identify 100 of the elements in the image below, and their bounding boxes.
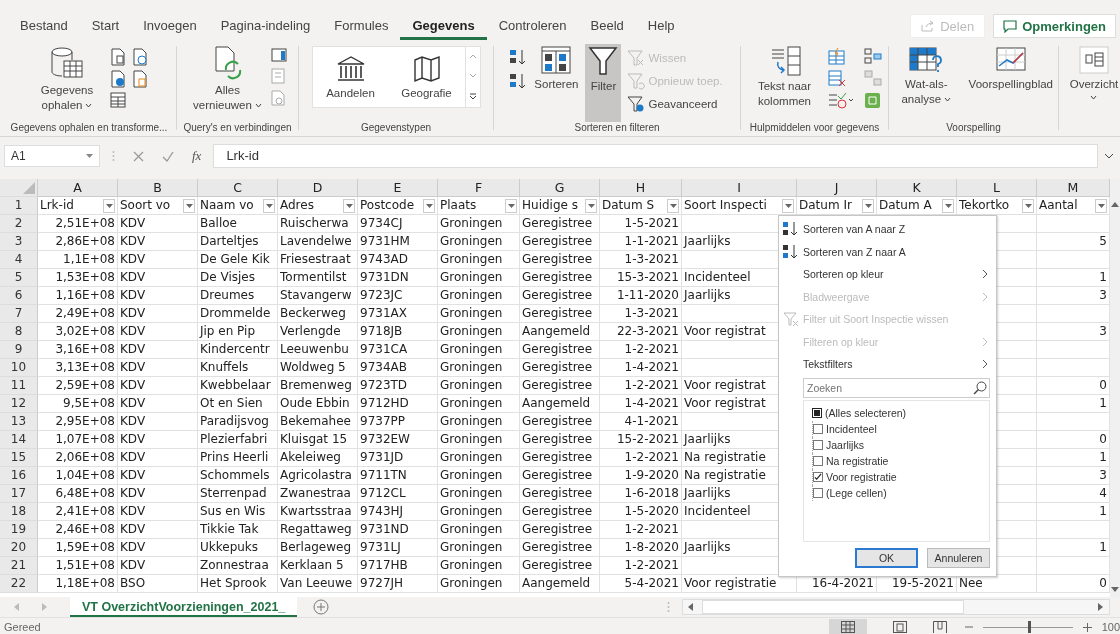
stocks-button[interactable]: Aandelen (312, 47, 389, 107)
hierarchy-icon[interactable] (863, 48, 882, 64)
text-to-columns-button[interactable]: Tekst naar kolommen (745, 44, 824, 122)
panel-icon[interactable] (270, 48, 287, 62)
row-number[interactable]: 3 (0, 233, 38, 251)
column-header[interactable]: E (358, 179, 438, 197)
name-box[interactable]: A1 (4, 145, 100, 167)
column-header[interactable]: J (797, 179, 877, 197)
filter-dropdown-button[interactable] (103, 198, 115, 213)
row-number[interactable]: 7 (0, 305, 38, 323)
sheet-tab[interactable]: VT OverzichtVoorzieningen_2021_ (70, 597, 298, 617)
zoom-level[interactable]: 100 (1101, 621, 1120, 633)
checkbox-label[interactable]: (Alles selecteren) (825, 406, 907, 419)
filter-dropdown-button[interactable] (585, 198, 597, 213)
checkbox[interactable] (813, 471, 823, 482)
formula-field[interactable]: Lrk-id (213, 144, 1098, 168)
row-number[interactable]: 15 (0, 449, 38, 467)
row-number[interactable]: 14 (0, 431, 38, 449)
checkbox-label[interactable]: Na registratie (826, 454, 889, 467)
menu-item[interactable]: Sorteren van Z naar A (779, 240, 996, 263)
column-header[interactable]: F (438, 179, 520, 197)
row-number[interactable]: 9 (0, 341, 38, 359)
document-icon[interactable] (110, 48, 126, 66)
filter-value-row[interactable]: (Lege cellen) (812, 484, 989, 501)
filter-dropdown-button[interactable] (505, 198, 517, 213)
row-number[interactable]: 5 (0, 269, 38, 287)
database-document-icon[interactable] (132, 70, 148, 88)
checkbox-label[interactable]: Incidenteel (826, 422, 877, 435)
checkbox[interactable] (813, 455, 823, 466)
filter-value-row[interactable]: Na registratie (812, 452, 989, 469)
checkbox-label[interactable]: Voor registratie (826, 470, 897, 483)
column-header[interactable]: G (520, 179, 600, 197)
page-break-icon[interactable] (932, 621, 947, 633)
filter-dropdown-button[interactable] (782, 198, 794, 213)
column-header[interactable]: L (957, 179, 1037, 197)
page-view-icon[interactable] (892, 621, 907, 633)
cancel-button[interactable]: Annuleren (927, 548, 990, 568)
comments-button[interactable]: Opmerkingen (993, 14, 1116, 38)
row-number[interactable]: 16 (0, 467, 38, 485)
what-if-analysis-button[interactable]: Wat-als-analyse (891, 44, 962, 122)
info-document-icon[interactable] (110, 70, 126, 88)
more-icon[interactable] (468, 92, 477, 100)
column-header[interactable]: M (1037, 179, 1110, 197)
search-field[interactable]: Zoeken (803, 377, 990, 398)
refresh-all-button[interactable]: Alles vernieuwen (188, 44, 267, 122)
outline-button[interactable]: Overzicht (1066, 44, 1120, 122)
row-number[interactable]: 1 (0, 197, 38, 215)
expand-caret-icon[interactable] (1104, 153, 1114, 159)
ribbon-tab[interactable]: Beeld (578, 12, 636, 40)
filter-dropdown-button[interactable] (263, 198, 275, 213)
menu-item[interactable]: Sorteren op kleur (779, 263, 996, 286)
geography-button[interactable]: Geografie (388, 47, 465, 107)
filter-dropdown-button[interactable] (1095, 198, 1107, 213)
table-icon[interactable] (110, 92, 126, 108)
filter-dropdown-button[interactable] (1022, 198, 1034, 213)
ribbon-tab[interactable]: Invoegen (131, 12, 209, 40)
scroll-left-icon[interactable] (688, 603, 694, 611)
column-header[interactable]: I (682, 179, 797, 197)
ribbon-tab[interactable]: Help (635, 12, 687, 40)
scroll-right-icon[interactable] (1098, 603, 1104, 611)
zoom-in-icon[interactable] (1082, 622, 1092, 632)
get-data-button[interactable]: Gegevens ophalen (28, 44, 106, 122)
grid-view-icon[interactable] (828, 619, 867, 634)
filter-button[interactable]: Filter (585, 44, 622, 122)
ok-button[interactable]: OK (855, 548, 918, 568)
row-number[interactable]: 18 (0, 503, 38, 521)
insert-function-button[interactable]: fx (186, 148, 208, 164)
clock-document-icon[interactable] (132, 48, 148, 66)
row-number[interactable]: 2 (0, 215, 38, 233)
checkbox[interactable] (812, 407, 822, 418)
row-number[interactable]: 19 (0, 521, 38, 539)
horizontal-scrollbar[interactable] (682, 599, 1110, 615)
column-header[interactable]: H (600, 179, 682, 197)
row-number[interactable]: 4 (0, 251, 38, 269)
checkbox-label[interactable]: (Lege cellen) (826, 486, 887, 499)
column-header[interactable]: K (877, 179, 957, 197)
ribbon-tab[interactable]: Formules (322, 12, 401, 40)
row-number[interactable]: 10 (0, 359, 38, 377)
row-number[interactable]: 20 (0, 539, 38, 557)
row-number[interactable]: 13 (0, 413, 38, 431)
filter-dropdown-button[interactable] (942, 198, 954, 213)
filter-value-row[interactable]: (Alles selecteren) (812, 404, 989, 421)
row-number[interactable]: 17 (0, 485, 38, 503)
row-number[interactable]: 22 (0, 575, 38, 593)
column-header[interactable]: B (118, 179, 198, 197)
filter-value-row[interactable]: Voor registratie (812, 468, 989, 485)
row-number[interactable]: 12 (0, 395, 38, 413)
ribbon-tab[interactable]: Pagina-indeling (208, 12, 323, 40)
menu-item[interactable]: Tekstfilters (779, 353, 996, 376)
ribbon-tab[interactable]: Bestand (8, 12, 80, 40)
column-header[interactable]: C (198, 179, 278, 197)
filter-dropdown-button[interactable] (862, 198, 874, 213)
filter-dropdown-button[interactable] (667, 198, 679, 213)
filter-value-row[interactable]: Jaarlijks (812, 436, 989, 453)
checkbox[interactable] (813, 423, 823, 434)
filter-dropdown-button[interactable] (343, 198, 355, 213)
check-icon[interactable] (162, 150, 174, 162)
ribbon-tab[interactable]: Controleren (486, 12, 579, 40)
column-header[interactable]: A (38, 179, 118, 197)
cancel-icon[interactable] (133, 150, 144, 162)
